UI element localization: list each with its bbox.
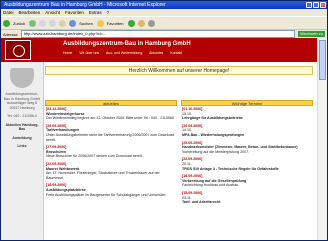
list-item[interactable]: [22.09.2006] Maurer Wettbewerb Am 17. No… [46, 162, 176, 180]
mail-icon[interactable] [137, 19, 145, 27]
favorites-label[interactable]: Favoriten [107, 21, 124, 26]
menu-bar: Datei Bearbeiten Ansicht Favoriten Extra… [1, 9, 327, 16]
list-item[interactable]: [01.10.2006] 15.10. Lehrgänge für Ausbil… [182, 107, 312, 121]
entry-text: Am 17. November: Fliesenleger, Stuckateu… [46, 171, 160, 180]
sidebar-phone: Tel: 040 - 211056-0 [7, 114, 37, 118]
scrollbar-thumb[interactable] [319, 40, 326, 80]
site-banner: Ausbildungszentrum-Bau in Hamburg GmbH H… [1, 38, 317, 62]
list-item[interactable]: [27.09.2006] Broschüren Neue Broschüre f… [46, 145, 176, 159]
left-sidebar: Ausbildungszentrum-Bau in Hamburg GmbH A… [1, 62, 44, 240]
nav-news[interactable]: Aktuelles [149, 51, 163, 55]
back-arrow-icon[interactable] [3, 19, 10, 27]
go-button[interactable]: Wechseln zu [298, 31, 325, 37]
menu-edit[interactable]: Bearbeiten [19, 9, 41, 16]
entry-text: Freie Ausbildungsplätze im Baugewerbe fü… [46, 192, 167, 197]
entry-text: Vorbereitung auf die Meisterprüfung 2007… [182, 149, 250, 154]
entry-text: Neue Broschüre für 2006/2007 stehen zum … [46, 154, 143, 159]
menu-tools[interactable]: Extras [89, 9, 102, 16]
nav-about[interactable]: Wir über uns [79, 51, 99, 55]
news-column: [03.12.2006] Wiedereinsteigerkurse Der W… [46, 107, 176, 200]
entry-title: Tarif- und Arbeitsrecht [182, 200, 221, 205]
favorites-star-icon[interactable] [96, 19, 104, 27]
entry-title: MPA Bau - Wiederholungsprüfungen [182, 132, 245, 137]
search-label[interactable]: Suchen [79, 21, 93, 26]
site-logo[interactable] [5, 40, 31, 60]
nav-home[interactable]: Home [63, 51, 72, 55]
address-input[interactable]: http://www.azb-hamburg.de/index_0.php?id… [20, 30, 296, 38]
hamburg-shield-icon [10, 68, 34, 88]
nav-contact[interactable]: Kontakt [170, 51, 182, 55]
list-item[interactable]: [29.09.2006] Tarifverhandlungen Unter Au… [46, 124, 176, 142]
list-item[interactable]: [03.12.2006] Wiedereinsteigerkurse Der W… [46, 107, 176, 121]
browser-window: Ausbildungszentrum Bau in Hamburg GmbH -… [0, 0, 328, 241]
entry-text: Fachrichtung Hochbau und Ausbau. [182, 183, 240, 188]
menu-help[interactable]: ? [107, 9, 110, 16]
maximize-button[interactable] [313, 2, 319, 8]
list-item[interactable]: [18.09.2006] Vorbereitung auf die Gesell… [182, 174, 312, 188]
list-item[interactable]: [25.09.2006] Handwerksmeister (Zimmerer,… [182, 141, 312, 155]
address-label: Adresse [3, 31, 18, 37]
home-icon[interactable] [59, 19, 67, 27]
search-icon[interactable] [69, 19, 77, 27]
minimize-button[interactable] [306, 2, 312, 8]
web-page: Ausbildungszentrum-Bau in Hamburg GmbH H… [1, 38, 317, 240]
entry-title: Lehrgänge für Ausbildungsbetriebe [182, 116, 243, 121]
site-name: Ausbildungszentrum-Bau in Hamburg GmbH [63, 41, 191, 47]
sidebar-link-registration[interactable]: Anmeldung [3, 136, 41, 141]
forward-arrow-icon[interactable] [29, 19, 37, 27]
entry-text: Unter Ausbildungsbetriebe steht die Tari… [46, 132, 175, 142]
menu-view[interactable]: Ansicht [45, 9, 60, 16]
list-item[interactable]: [18.09.2006] Ausbildungsplatzbörse Freie… [46, 183, 176, 197]
toolbar: Zurück Suchen Favoriten [1, 16, 327, 30]
back-label[interactable]: Zurück [13, 21, 25, 26]
entry-title: TRGS 519 Anlage 4 - Technische Regeln fü… [182, 166, 279, 171]
menu-favorites[interactable]: Favoriten [65, 9, 84, 16]
news-column-header: aktuelles [45, 100, 177, 106]
title-bar: Ausbildungszentrum Bau in Hamburg GmbH -… [1, 1, 327, 9]
stop-icon[interactable] [39, 19, 47, 27]
welcome-banner: Herzlich Willkommen auf unserer Homepage… [45, 66, 313, 75]
dates-column: [01.10.2006] 15.10. Lehrgänge für Ausbil… [182, 107, 312, 208]
window-title: Ausbildungszentrum Bau in Hamburg GmbH -… [4, 2, 166, 8]
refresh-icon[interactable] [49, 19, 57, 27]
vertical-scrollbar[interactable] [317, 38, 327, 240]
nav-training[interactable]: Aus- und Weiterbildung [106, 51, 142, 55]
dates-column-header: Wichtige Termine [181, 100, 313, 106]
sidebar-address: Ausbildungszentrum-Bau in Hamburg GmbH A… [3, 92, 41, 110]
history-icon[interactable] [127, 19, 135, 27]
sidebar-link-news[interactable]: Aktuelles Hamburg-Bau [3, 123, 41, 132]
site-navigation: Home Wir über uns Aus- und Weiterbildung… [63, 51, 188, 55]
list-item[interactable]: [26.09.2006] 14.10. MPA Bau - Wiederholu… [182, 124, 312, 138]
menu-file[interactable]: Datei [3, 9, 14, 16]
list-item[interactable]: [22.09.2006] 20.11. TRGS 519 Anlage 4 - … [182, 157, 312, 171]
sidebar-link-links[interactable]: Links [3, 144, 41, 149]
close-button[interactable]: × [320, 2, 326, 8]
list-item[interactable]: [15.09.2006] 03.11. Tarif- und Arbeitsre… [182, 191, 312, 205]
entry-text: Der Wiedereinstieg beginnt am 22. Oktobe… [46, 116, 174, 121]
print-icon[interactable] [147, 19, 155, 27]
